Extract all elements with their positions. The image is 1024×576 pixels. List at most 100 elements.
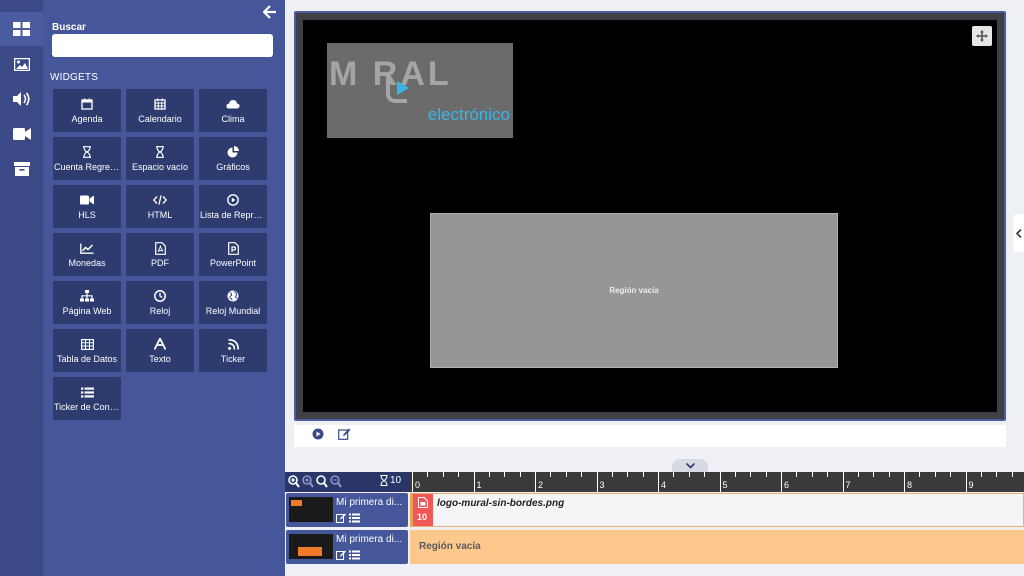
audio-tab[interactable] [0,82,43,116]
ruler-minor-tick [642,472,644,477]
preview-button[interactable] [312,427,324,445]
widget-tile[interactable]: Agenda [53,89,121,132]
widgets-section-label: WIDGETS [50,72,99,83]
ruler-minor-tick [688,472,690,477]
ruler-minor-tick [934,472,936,477]
widget-label: PDF [151,258,169,268]
edit-icon [338,428,351,440]
collapse-panel-button[interactable] [262,5,277,19]
widget-label: Lista de Reproducción [200,210,266,220]
ruler-minor-tick [565,472,567,477]
zoom-in-icon[interactable] [288,475,300,488]
widget-label: PowerPoint [209,258,257,268]
video-icon [12,128,31,140]
zoom-out-icon[interactable] [330,475,342,488]
ruler-minor-tick [734,472,736,477]
edit-icon[interactable] [336,550,346,560]
widget-tile[interactable]: Página Web [53,281,121,324]
chevron-left-icon [1015,228,1022,238]
image-icon [13,57,30,71]
layout-icon [13,22,30,36]
move-arrows-icon [976,30,988,42]
move-canvas-button[interactable] [972,26,992,46]
widget-tile[interactable]: PDF [126,233,194,276]
ruler-tick: 5 [719,472,728,492]
image-tab[interactable] [0,47,43,81]
widget-tile[interactable]: HTML [126,185,194,228]
widget-tile[interactable]: Clima [199,89,267,132]
widget-tile[interactable]: Lista de Reproducción [199,185,267,228]
widget-tile[interactable]: Reloj [126,281,194,324]
ruler-tick-label: 4 [661,480,667,490]
pie-chart-icon [227,145,239,159]
track-header[interactable]: Mi primera di... [286,530,408,564]
hourglass-icon [380,475,388,486]
track-header[interactable]: Mi primera di... [286,493,408,527]
widget-tile[interactable]: Ticker de Contenido [53,377,121,420]
ruler-minor-tick [704,472,706,477]
search-input[interactable] [52,34,273,57]
ruler-minor-tick [750,472,752,477]
media-item[interactable]: 10 logo-mural-sin-bordes.png [410,493,1024,527]
track-timeline: 10 logo-mural-sin-bordes.png [410,493,1024,527]
powerpoint-file-icon [227,241,239,255]
edit-button[interactable] [338,427,351,445]
ruler-tick: 8 [904,472,912,492]
widget-tile[interactable]: HLS [53,185,121,228]
list-icon [80,385,94,399]
edit-icon[interactable] [336,513,346,523]
widget-label: Página Web [62,306,112,316]
widget-tile[interactable]: Texto [126,329,194,372]
widget-label: HLS [78,210,96,220]
widget-tile[interactable]: Reloj Mundial [199,281,267,324]
widget-tile[interactable]: Espacio vacío [126,137,194,180]
widget-tile[interactable]: Tabla de Datos [53,329,121,372]
track-name: Mi primera di... [336,534,403,545]
ruler-minor-tick [811,472,813,477]
zoom-in-small-icon[interactable] [302,475,314,488]
ruler-minor-tick [950,472,952,477]
video-tab[interactable] [0,117,43,151]
right-panel-toggle[interactable] [1013,214,1024,252]
widget-tile[interactable]: Ticker [199,329,267,372]
track-thumbnail [289,534,333,559]
empty-region[interactable]: Región vacía [430,213,838,368]
ruler-minor-tick [581,472,583,477]
ruler-tick: 9 [965,472,974,492]
play-circle-icon [227,193,239,207]
media-name: logo-mural-sin-bordes.png [437,498,565,509]
timeline-duration-value: 10 [390,475,402,486]
widget-tile[interactable]: Monedas [53,233,121,276]
ruler-minor-tick [611,472,613,477]
timeline-expand-button[interactable] [672,459,708,472]
widget-label: Reloj [149,306,171,316]
logo-region[interactable]: M RAL electrónico [327,43,513,138]
widget-label: Reloj Mundial [205,306,261,316]
widget-label: HTML [147,210,173,220]
ruler-tick: 2 [535,472,543,492]
widget-label: Agenda [71,114,103,124]
ruler-minor-tick [627,472,629,477]
widget-tile[interactable]: Gráficos [199,137,267,180]
ruler-minor-tick [519,472,521,477]
ruler-minor-tick [1011,472,1013,477]
widget-tile[interactable]: PowerPoint [199,233,267,276]
ruler-minor-tick [488,472,490,477]
track-thumbnail [289,497,333,522]
archive-tab[interactable] [0,152,43,186]
widget-tile[interactable]: Cuenta Regresiva [53,137,121,180]
empty-item[interactable]: Región vacía [410,530,1024,564]
layout-tab[interactable] [0,12,43,46]
canvas-toolbar [294,425,1006,447]
arrow-left-icon [262,5,276,19]
widget-label: Tabla de Datos [56,354,118,364]
widget-panel: Buscar WIDGETS Agenda Calendario Clima Cuen… [43,0,285,576]
zoom-reset-icon[interactable] [316,475,328,488]
list-icon[interactable] [349,513,360,523]
ruler-minor-tick [550,472,552,477]
timeline-ruler[interactable]: 0 1 2 3 4 5 6 7 8 9 [410,472,1024,492]
empty-item-label: Región vacía [419,541,481,552]
list-icon[interactable] [349,550,360,560]
widget-tile[interactable]: Calendario [126,89,194,132]
ruler-minor-tick [458,472,460,477]
